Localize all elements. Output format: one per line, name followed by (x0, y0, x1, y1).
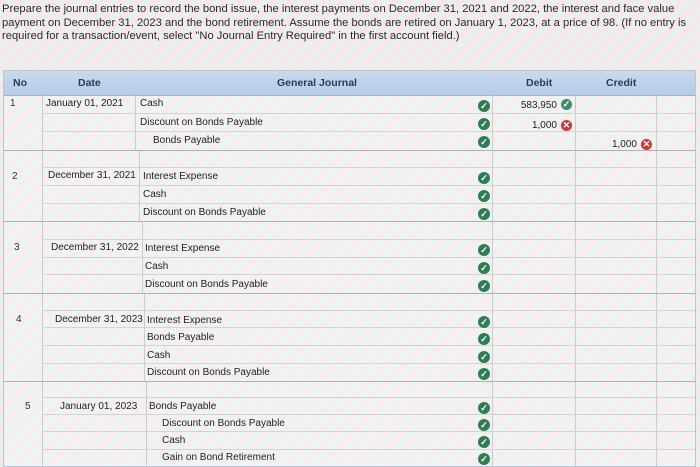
entry-number: 5 (25, 401, 31, 412)
correct-check-icon: ✓ (478, 280, 490, 292)
entry-date-select[interactable]: December 31, 2021 (48, 170, 136, 181)
correct-check-icon: ✓ (478, 172, 490, 184)
correct-check-icon: ✓ (478, 316, 490, 328)
entry-date-select[interactable]: January 01, 2023 (60, 401, 137, 412)
header-no: No (13, 77, 27, 89)
correct-check-icon: ✓ (478, 118, 490, 130)
account-select[interactable]: Cash (143, 189, 166, 200)
correct-check-icon: ✓ (478, 244, 490, 256)
header-debit: Debit (526, 77, 553, 89)
entry-date-select[interactable]: December 31, 2023 (55, 314, 143, 325)
account-select[interactable]: Discount on Bonds Payable (143, 207, 266, 218)
journal-table: No Date General Journal Debit Credit 1 J… (3, 70, 696, 467)
account-select[interactable]: Gain on Bond Retirement (162, 452, 275, 463)
correct-check-icon: ✓ (478, 351, 490, 363)
header-date: Date (78, 77, 101, 89)
header-general-journal: General Journal (277, 77, 357, 89)
account-select[interactable]: Cash (140, 98, 163, 109)
credit-input[interactable]: 1,000 (589, 139, 637, 150)
entry-number: 2 (12, 171, 18, 182)
header-credit: Credit (606, 77, 637, 89)
entry-date-select[interactable]: January 01, 2021 (46, 98, 123, 109)
correct-check-icon: ✓ (478, 136, 490, 148)
correct-check-icon: ✓ (478, 402, 490, 414)
account-select[interactable]: Interest Expense (143, 171, 218, 182)
incorrect-x-icon: ✕ (641, 139, 652, 150)
correct-check-icon: ✓ (478, 368, 490, 380)
account-select[interactable]: Bonds Payable (153, 135, 220, 146)
entry-number: 1 (10, 98, 16, 109)
account-select[interactable]: Cash (147, 350, 170, 361)
debit-input[interactable]: 1,000 (509, 120, 557, 131)
correct-check-icon: ✓ (561, 99, 572, 110)
correct-check-icon: ✓ (478, 262, 490, 274)
entry-number: 3 (14, 242, 20, 253)
entry-number: 4 (16, 314, 22, 325)
account-select[interactable]: Discount on Bonds Payable (147, 367, 270, 378)
correct-check-icon: ✓ (478, 436, 490, 448)
account-select[interactable]: Discount on Bonds Payable (145, 279, 268, 290)
correct-check-icon: ✓ (478, 208, 490, 220)
correct-check-icon: ✓ (478, 100, 490, 112)
entry-date-select[interactable]: December 31, 2022 (51, 242, 139, 253)
question-prompt: Prepare the journal entries to record th… (2, 3, 687, 42)
account-select[interactable]: Interest Expense (147, 315, 222, 326)
correct-check-icon: ✓ (478, 333, 490, 345)
account-select[interactable]: Interest Expense (145, 243, 220, 254)
debit-input[interactable]: 583,950 (509, 100, 557, 111)
account-select[interactable]: Discount on Bonds Payable (162, 418, 285, 429)
correct-check-icon: ✓ (478, 453, 490, 465)
correct-check-icon: ✓ (478, 419, 490, 431)
incorrect-x-icon: ✕ (561, 120, 572, 131)
table-header: No Date General Journal Debit Credit (4, 71, 695, 96)
account-select[interactable]: Cash (145, 261, 168, 272)
account-select[interactable]: Cash (162, 435, 185, 446)
account-select[interactable]: Bonds Payable (149, 401, 216, 412)
account-select[interactable]: Discount on Bonds Payable (140, 117, 263, 128)
correct-check-icon: ✓ (478, 190, 490, 202)
account-select[interactable]: Bonds Payable (147, 332, 214, 343)
